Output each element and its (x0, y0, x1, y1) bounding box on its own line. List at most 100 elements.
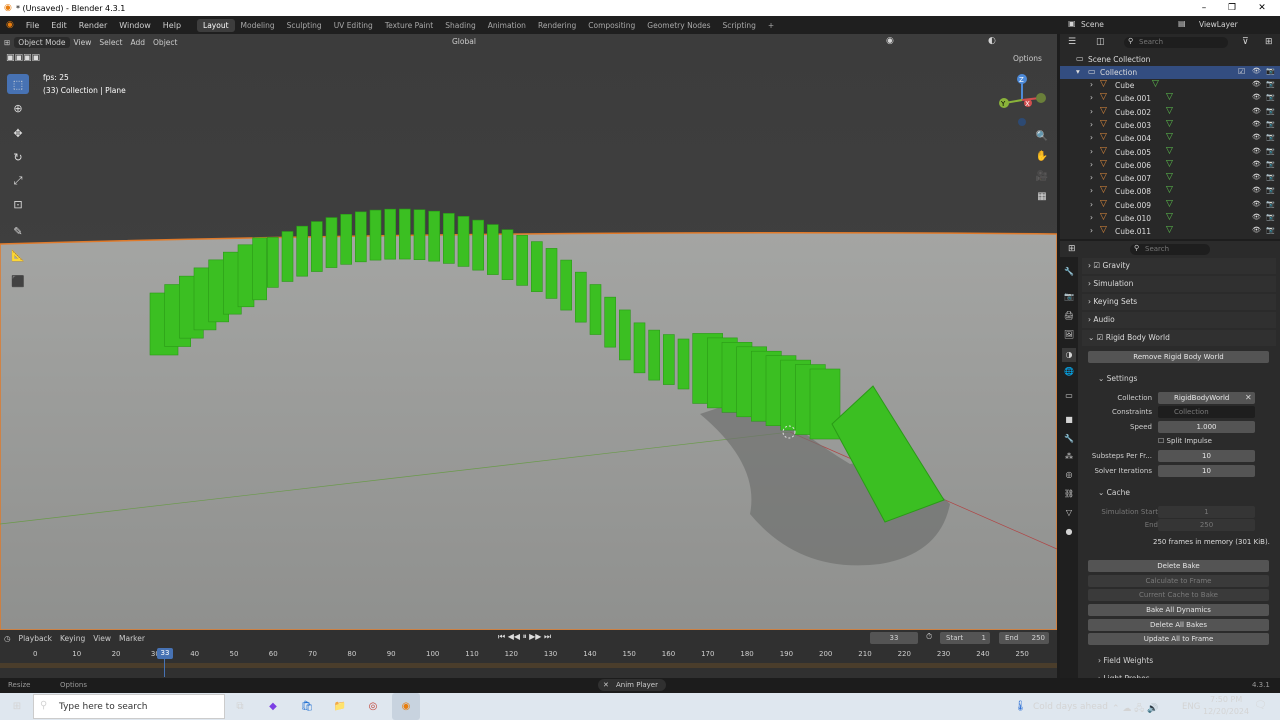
outliner-object-row[interactable]: › ▽ Cube.003 ▽ 👁 📷 (1060, 119, 1280, 132)
select-mode-icons[interactable]: ▣▣▣▣ (6, 53, 40, 63)
expand-arrow-icon[interactable]: › (1090, 80, 1093, 89)
eye-icon[interactable]: 👁 (1252, 147, 1261, 155)
menu-window[interactable]: Window (113, 21, 157, 30)
tool-tab-icon[interactable]: 🔧 (1062, 265, 1076, 279)
tab-compositing[interactable]: Compositing (582, 19, 641, 32)
collection-tab-icon[interactable]: ▭ (1062, 389, 1076, 403)
domino[interactable] (311, 221, 323, 272)
clock-time[interactable]: 7:50 PM (1210, 695, 1242, 704)
expand-arrow-icon[interactable]: › (1090, 200, 1093, 209)
timeline-editor-icon[interactable]: ◷ (0, 633, 15, 644)
camera-icon[interactable]: 📷 (1266, 160, 1275, 168)
expand-arrow-icon[interactable]: › (1090, 160, 1093, 169)
expand-arrow-icon[interactable]: › (1090, 133, 1093, 142)
delete-all-bakes-button[interactable]: Delete All Bakes (1088, 619, 1269, 631)
tray-icons[interactable]: ⌃ ☁ 🖧 🔊 (1112, 701, 1158, 717)
camera-icon[interactable]: 📷 (1266, 186, 1275, 194)
transform-tool[interactable]: ⊡ (7, 194, 29, 214)
camera-icon[interactable]: 📷 (1266, 133, 1275, 141)
domino[interactable] (399, 208, 411, 260)
remove-rigid-body-world-button[interactable]: Remove Rigid Body World (1088, 351, 1269, 363)
windows-start-icon[interactable]: ⊞ (8, 698, 26, 716)
material-tab-icon[interactable]: ● (1062, 525, 1076, 539)
camera-icon[interactable]: 📷 (1266, 93, 1275, 101)
solver-iterations-field[interactable]: 10 (1158, 465, 1255, 477)
clear-collection-icon[interactable]: ✕ (1245, 393, 1252, 402)
menu-keying[interactable]: Keying (56, 633, 89, 644)
weather-icon[interactable]: 🌡 (1014, 701, 1027, 712)
domino[interactable] (648, 329, 660, 381)
blender-menu-icon[interactable]: ◉ (0, 20, 20, 30)
camera-icon[interactable]: 📷 (1266, 213, 1275, 221)
properties-search[interactable]: ⚲ Search (1130, 244, 1210, 255)
tab-modeling[interactable]: Modeling (235, 19, 281, 32)
outliner-object-row[interactable]: › ▽ Cube.001 ▽ 👁 📷 (1060, 92, 1280, 105)
menu-playback[interactable]: Playback (15, 633, 56, 644)
constraints-field[interactable]: Collection (1158, 406, 1255, 418)
cursor-tool[interactable]: ⊕ (7, 98, 29, 118)
camera-icon[interactable]: 📷 (1266, 120, 1275, 128)
outliner-collection[interactable]: ▾ ▭ Collection ☑ 👁 📷 (1060, 66, 1280, 79)
outliner-object-row[interactable]: › ▽ Cube.008 ▽ 👁 📷 (1060, 185, 1280, 198)
eye-icon[interactable]: 👁 (1252, 173, 1261, 181)
domino[interactable] (545, 248, 558, 299)
perspective-grid-icon[interactable]: ▦ (1033, 188, 1051, 206)
delete-bake-button[interactable]: Delete Bake (1088, 560, 1269, 572)
menu-object[interactable]: Object (149, 37, 181, 48)
blender-taskbar-icon[interactable]: ◉ (392, 693, 420, 720)
update-all-to-frame-button[interactable]: Update All to Frame (1088, 633, 1269, 645)
bake-all-dynamics-button[interactable]: Bake All Dynamics (1088, 604, 1269, 616)
domino[interactable] (340, 214, 352, 265)
speed-field[interactable]: 1.000 (1158, 421, 1255, 433)
add-cube-tool[interactable]: ⬛ (7, 271, 29, 291)
expand-arrow-icon[interactable]: › (1090, 120, 1093, 129)
close-anim-icon[interactable]: ✕ (603, 679, 609, 691)
measure-tool[interactable]: 📐 (7, 245, 29, 265)
expand-arrow-icon[interactable]: › (1090, 173, 1093, 182)
copilot-icon[interactable]: ◆ (264, 698, 282, 716)
annotate-tool[interactable]: ✎ (7, 221, 29, 241)
domino[interactable] (501, 229, 514, 280)
world-tab-icon[interactable]: 🌐 (1062, 365, 1076, 379)
data-tab-icon[interactable]: ▽ (1062, 506, 1076, 520)
domino[interactable] (325, 217, 338, 268)
current-cache-to-bake-button[interactable]: Current Cache to Bake (1088, 589, 1269, 601)
domino[interactable] (267, 237, 279, 288)
panel-rigid-body-world[interactable]: ⌄ ☑ Rigid Body World (1082, 330, 1276, 346)
domino[interactable] (413, 209, 426, 261)
pan-hand-icon[interactable]: ✋ (1033, 148, 1051, 166)
outliner-object-row[interactable]: › ▽ Cube.009 ▽ 👁 📷 (1060, 199, 1280, 212)
camera-icon[interactable]: 📷 (1266, 226, 1275, 234)
domino[interactable] (531, 241, 543, 292)
split-impulse-checkbox[interactable]: ☐ Split Impulse (1158, 437, 1212, 445)
browser-icon[interactable]: ◎ (364, 698, 382, 716)
expand-arrow-icon[interactable]: › (1090, 186, 1093, 195)
panel-gravity[interactable]: › ☑ Gravity (1082, 258, 1276, 274)
collection-expand-icon[interactable]: ▾ (1076, 67, 1080, 76)
tab-animation[interactable]: Animation (482, 19, 532, 32)
anim-player-indicator[interactable]: ✕ Anim Player (598, 679, 666, 691)
task-view-icon[interactable]: ⧉ (231, 698, 249, 716)
domino[interactable] (663, 334, 675, 385)
shading-modes-icon[interactable]: ◐ (988, 36, 996, 46)
menu-help[interactable]: Help (157, 21, 187, 30)
tab-geometry-nodes[interactable]: Geometry Nodes (641, 19, 716, 32)
rotate-tool[interactable]: ↻ (7, 147, 29, 167)
domino[interactable] (369, 209, 382, 261)
expand-arrow-icon[interactable]: › (1090, 147, 1093, 156)
display-mode-icon[interactable]: ◫ (1096, 37, 1105, 47)
taskbar-search[interactable]: ⚲ Type here to search (33, 694, 225, 719)
expand-arrow-icon[interactable]: › (1090, 213, 1093, 222)
language-indicator[interactable]: ENG (1182, 702, 1200, 712)
add-workspace-button[interactable]: + (762, 19, 780, 32)
sim-start-field[interactable]: 1 (1158, 506, 1255, 518)
domino[interactable] (252, 237, 267, 301)
3d-viewport[interactable] (0, 34, 1057, 630)
eye-icon[interactable]: 👁 (1252, 160, 1261, 168)
domino[interactable] (428, 210, 440, 262)
tab-uv-editing[interactable]: UV Editing (328, 19, 379, 32)
weather-text[interactable]: Cold days ahead (1033, 702, 1108, 712)
domino[interactable] (677, 338, 690, 390)
eye-icon[interactable]: 👁 (1252, 67, 1261, 75)
filter-icon[interactable]: ⊽ (1242, 37, 1249, 47)
